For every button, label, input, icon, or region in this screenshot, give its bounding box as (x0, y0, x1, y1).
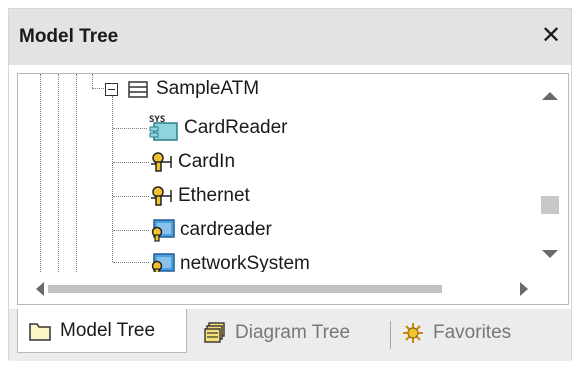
scroll-down-icon[interactable] (542, 250, 558, 258)
window-titlebar: Model Tree ✕ (9, 9, 571, 65)
scrollbar-corner (533, 272, 568, 304)
favorites-icon (401, 321, 425, 345)
tree-guide-line (76, 74, 77, 272)
tree-node-label: cardreader (180, 219, 272, 240)
scroll-up-icon[interactable] (542, 92, 558, 100)
tree-guide-line (113, 128, 147, 129)
tree-node-label: CardReader (184, 117, 288, 138)
tab-label: Favorites (433, 322, 512, 343)
collapse-icon[interactable] (104, 77, 120, 101)
tab-favorites[interactable]: Favorites (401, 313, 551, 353)
folder-icon (28, 319, 52, 343)
tab-diagram-tree[interactable]: Diagram Tree (203, 313, 385, 353)
port-icon (148, 184, 176, 208)
package-icon (126, 77, 150, 101)
horizontal-scroll-thumb[interactable] (48, 285, 442, 293)
scroll-left-icon[interactable] (36, 282, 44, 296)
tab-bar: Model Tree Diagram Tree Favorites (9, 309, 571, 361)
tree-guide-line (40, 74, 41, 272)
horizontal-scrollbar[interactable] (18, 272, 534, 304)
tree-node-sampleatm[interactable]: SampleATM (104, 74, 259, 104)
tree-guide-line (92, 74, 93, 88)
tree-guide-line (113, 196, 149, 197)
tree-guide-line (58, 74, 59, 272)
tab-separator (390, 321, 391, 349)
tree-node-networksystem[interactable]: networkSystem (148, 249, 310, 272)
subsystem-component-icon: SYS (146, 113, 180, 143)
scroll-thumb[interactable] (541, 196, 559, 214)
vertical-scrollbar[interactable] (533, 74, 568, 272)
tree-node-cardreader-component[interactable]: SYS CardReader (146, 113, 288, 143)
model-tree-window: Model Tree ✕ SampleATM SYS CardReader Ca… (8, 8, 572, 361)
part-icon (148, 252, 176, 272)
tree-guide-line (113, 230, 149, 231)
tab-model-tree[interactable]: Model Tree (17, 309, 187, 353)
port-icon (148, 150, 176, 174)
part-icon (148, 218, 176, 242)
tree-guide-line (113, 162, 149, 163)
tree-node-label: Ethernet (178, 185, 250, 206)
tree-node-ethernet[interactable]: Ethernet (148, 181, 250, 211)
diagram-tree-icon (203, 321, 227, 345)
window-title: Model Tree (19, 26, 119, 47)
tab-label: Model Tree (60, 319, 156, 341)
tree-node-cardreader-part[interactable]: cardreader (148, 215, 272, 245)
tree-guide-line (113, 262, 149, 263)
tree-guide-line (92, 88, 104, 89)
tree-node-cardin[interactable]: CardIn (148, 147, 235, 177)
tree-node-label: CardIn (178, 151, 236, 172)
scroll-right-icon[interactable] (520, 282, 528, 296)
tree-panel: SampleATM SYS CardReader CardIn Ethernet… (17, 73, 569, 305)
tree-guide-line (112, 96, 113, 262)
close-button[interactable]: ✕ (539, 22, 563, 49)
tree-node-label: networkSystem (180, 253, 310, 272)
tree-node-label: SampleATM (156, 78, 260, 99)
tree-view: SampleATM SYS CardReader CardIn Ethernet… (18, 74, 534, 272)
tab-label: Diagram Tree (235, 322, 351, 343)
